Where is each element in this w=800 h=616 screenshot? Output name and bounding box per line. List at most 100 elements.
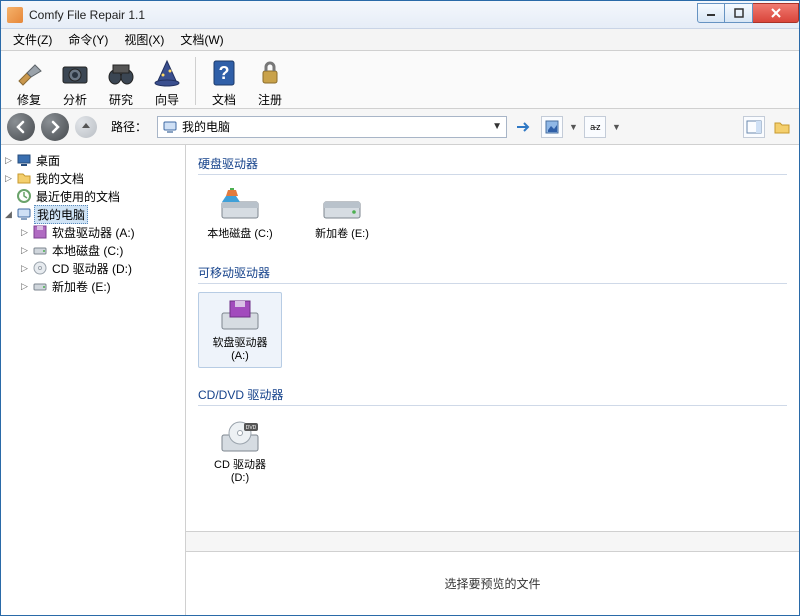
menu-bar: 文件(Z) 命令(Y) 视图(X) 文档(W) (1, 29, 799, 51)
group-header-cddvd: CD/DVD 驱动器 (198, 382, 787, 406)
nav-preview-toggle[interactable] (743, 116, 765, 138)
tree-item-drive-c[interactable]: ▷ 本地磁盘 (C:) (3, 241, 183, 259)
toolbar-analyze[interactable]: 分析 (53, 55, 97, 110)
computer-icon (162, 119, 178, 135)
path-value: 我的电脑 (182, 118, 230, 135)
tree-item-mydocs[interactable]: ▷ 我的文档 (3, 169, 183, 187)
nav-up-button[interactable] (75, 116, 97, 138)
tree-item-floppy[interactable]: ▷ 软盘驱动器 (A:) (3, 223, 183, 241)
hdd-icon (32, 242, 48, 258)
expand-icon[interactable]: ▷ (19, 245, 30, 256)
expand-icon[interactable]: ▷ (19, 227, 30, 238)
hammer-icon (13, 57, 45, 89)
content-pane: 硬盘驱动器 本地磁盘 (C:) 新加卷 (E:) (186, 145, 799, 615)
arrow-left-icon (14, 120, 28, 134)
computer-icon (16, 206, 32, 222)
app-icon (7, 7, 23, 23)
toolbar: 修复 分析 研究 向导 ? 文档 (1, 51, 799, 109)
go-arrow-icon (515, 120, 533, 134)
path-combobox[interactable]: 我的电脑 ▼ (157, 116, 507, 138)
toolbar-wizard-label: 向导 (155, 91, 179, 108)
title-bar: Comfy File Repair 1.1 (1, 1, 799, 29)
nav-folder-button[interactable] (771, 116, 793, 138)
toolbar-repair-label: 修复 (17, 91, 41, 108)
group-header-removable: 可移动驱动器 (198, 260, 787, 284)
window-title: Comfy File Repair 1.1 (29, 8, 697, 22)
chevron-down-icon: ▼ (569, 122, 578, 132)
expand-icon[interactable]: ▷ (19, 281, 30, 292)
camera-icon (59, 57, 91, 89)
drive-list[interactable]: 硬盘驱动器 本地磁盘 (C:) 新加卷 (E:) (186, 145, 799, 531)
toolbar-register[interactable]: 注册 (248, 55, 292, 110)
nav-go-button[interactable] (513, 116, 535, 138)
menu-view[interactable]: 视图(X) (116, 29, 172, 50)
drive-item-e[interactable]: 新加卷 (E:) (300, 183, 384, 246)
status-bar (186, 531, 799, 551)
binoculars-icon (105, 57, 137, 89)
hdd-icon (318, 188, 366, 224)
group-header-hdd: 硬盘驱动器 (198, 151, 787, 175)
expand-icon[interactable]: ▷ (3, 155, 14, 166)
toolbar-docs-label: 文档 (212, 91, 236, 108)
thumbnail-icon (545, 120, 559, 134)
body: ▷ 桌面 ▷ 我的文档 最近使用的文档 ◢ 我的电脑 ▷ (1, 145, 799, 615)
chevron-down-icon: ▼ (612, 122, 621, 132)
toolbar-repair[interactable]: 修复 (7, 55, 51, 110)
menu-docs[interactable]: 文档(W) (172, 29, 231, 50)
lock-icon (254, 57, 286, 89)
menu-file[interactable]: 文件(Z) (5, 29, 60, 50)
nav-sort-button[interactable]: a-z (584, 116, 606, 138)
close-icon (770, 8, 782, 18)
folder-tree[interactable]: ▷ 桌面 ▷ 我的文档 最近使用的文档 ◢ 我的电脑 ▷ (1, 145, 186, 615)
nav-bar: 路径： 我的电脑 ▼ ▼ a-z ▼ (1, 109, 799, 145)
preview-pane-icon (746, 120, 762, 134)
expand-icon[interactable]: ▷ (3, 173, 14, 184)
drive-item-a[interactable]: 软盘驱动器(A:) (198, 292, 282, 368)
maximize-icon (734, 8, 744, 18)
tree-item-mycomputer[interactable]: ◢ 我的电脑 (3, 205, 183, 223)
preview-pane: 选择要预览的文件 (186, 551, 799, 615)
nav-back-button[interactable] (7, 113, 35, 141)
toolbar-separator (195, 57, 196, 105)
cd-icon (32, 260, 48, 276)
hdd-icon (216, 188, 264, 224)
tree-item-desktop[interactable]: ▷ 桌面 (3, 151, 183, 169)
svg-text:DVD: DVD (246, 425, 257, 431)
help-book-icon: ? (208, 57, 240, 89)
tree-item-drive-e[interactable]: ▷ 新加卷 (E:) (3, 277, 183, 295)
toolbar-analyze-label: 分析 (63, 91, 87, 108)
tree-item-drive-d[interactable]: ▷ CD 驱动器 (D:) (3, 259, 183, 277)
drive-item-c[interactable]: 本地磁盘 (C:) (198, 183, 282, 246)
drive-item-d[interactable]: DVD CD 驱动器(D:) (198, 414, 282, 490)
toolbar-register-label: 注册 (258, 91, 282, 108)
maximize-button[interactable] (725, 3, 753, 23)
window-controls (697, 3, 799, 23)
toolbar-docs[interactable]: ? 文档 (202, 55, 246, 110)
wizard-hat-icon (151, 57, 183, 89)
tree-item-recent[interactable]: 最近使用的文档 (3, 187, 183, 205)
dvd-drive-icon: DVD (216, 419, 264, 455)
menu-command[interactable]: 命令(Y) (60, 29, 116, 50)
arrow-up-icon (80, 121, 92, 133)
collapse-icon[interactable]: ◢ (3, 209, 14, 220)
expand-icon[interactable]: ▷ (19, 263, 30, 274)
floppy-drive-icon (216, 297, 264, 333)
toolbar-research-label: 研究 (109, 91, 133, 108)
minimize-button[interactable] (697, 3, 725, 23)
close-button[interactable] (753, 3, 799, 23)
path-label: 路径： (111, 118, 147, 135)
app-window: Comfy File Repair 1.1 文件(Z) 命令(Y) 视图(X) … (0, 0, 800, 616)
svg-text:?: ? (219, 63, 230, 83)
folder-icon (16, 170, 32, 186)
folder-icon (773, 119, 791, 135)
hdd-icon (32, 278, 48, 294)
toolbar-research[interactable]: 研究 (99, 55, 143, 110)
nav-forward-button[interactable] (41, 113, 69, 141)
recent-icon (16, 188, 32, 204)
nav-view-thumb-button[interactable] (541, 116, 563, 138)
toolbar-wizard[interactable]: 向导 (145, 55, 189, 110)
arrow-right-icon (48, 120, 62, 134)
dropdown-icon: ▼ (492, 121, 502, 132)
floppy-icon (32, 224, 48, 240)
preview-placeholder: 选择要预览的文件 (444, 575, 540, 592)
